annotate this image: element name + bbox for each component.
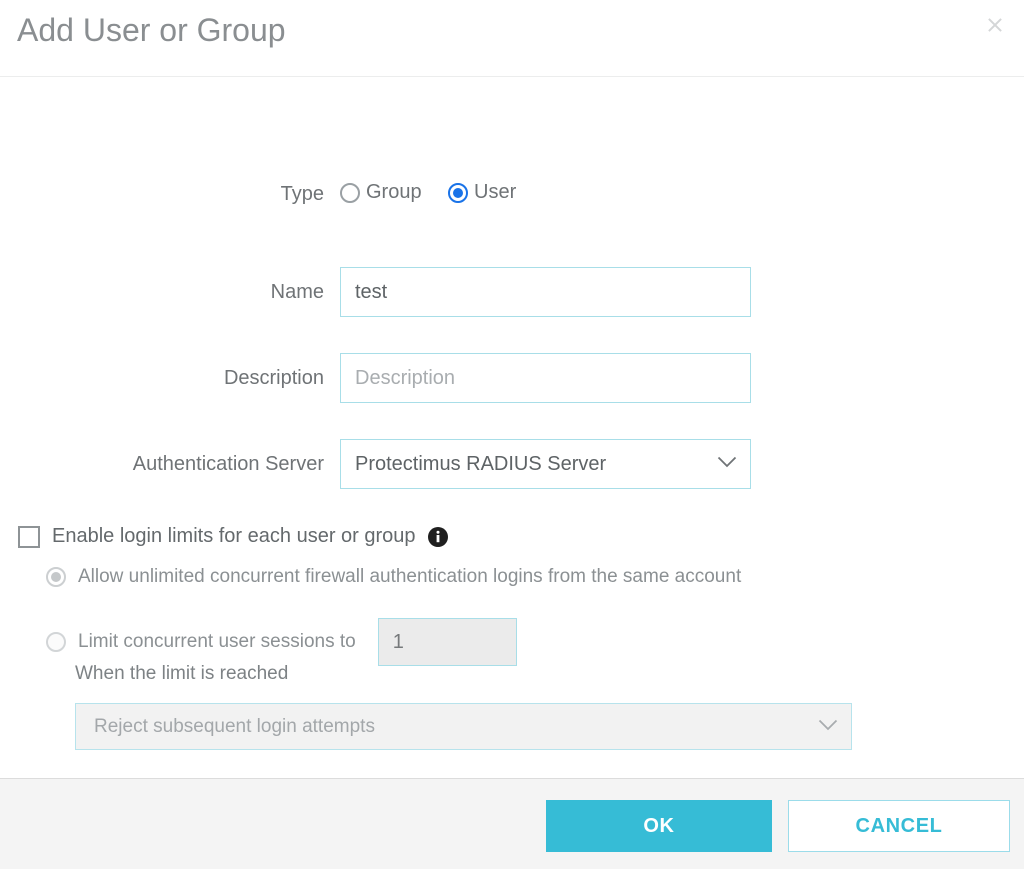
dialog-title: Add User or Group: [17, 12, 286, 48]
type-radio-group: Group User: [340, 181, 516, 208]
type-radio-group-option[interactable]: Group: [340, 181, 422, 204]
auth-server-label: Authentication Server: [132, 452, 324, 475]
allow-unlimited-logins-option[interactable]: Allow unlimited concurrent firewall auth…: [46, 566, 741, 588]
dialog-footer: OK CANCEL: [0, 778, 1024, 869]
name-label: Name: [270, 280, 324, 303]
type-option-group-label: Group: [366, 181, 422, 203]
dialog-body: Type Group User Name Description: [0, 77, 1024, 809]
add-user-or-group-dialog: Add User or Group Type Group User Name t…: [0, 0, 1024, 869]
name-field-wrap: [340, 267, 751, 317]
description-input[interactable]: [340, 353, 751, 403]
enable-login-limits-row[interactable]: Enable login limits for each user or gro…: [18, 525, 448, 548]
when-limit-reached-select-wrap: Reject subsequent login attempts: [75, 703, 852, 750]
when-limit-reached-value: Reject subsequent login attempts: [94, 715, 375, 737]
radio-unselected-icon: [340, 182, 360, 203]
when-limit-reached-label: When the limit is reached: [75, 663, 289, 684]
type-label: Type: [280, 182, 324, 205]
radio-selected-disabled-icon: [46, 567, 66, 587]
dialog-header: Add User or Group: [0, 0, 1024, 77]
limit-concurrent-sessions-label: Limit concurrent user sessions to: [78, 631, 356, 652]
enable-login-limits-label: Enable login limits for each user or gro…: [52, 525, 416, 547]
name-input[interactable]: [340, 267, 751, 317]
auth-server-value: Protectimus RADIUS Server: [355, 452, 607, 475]
ok-button[interactable]: OK: [546, 800, 772, 852]
info-icon[interactable]: [427, 526, 448, 547]
radio-selected-icon: [448, 182, 469, 203]
limit-sessions-input[interactable]: [377, 618, 517, 666]
allow-unlimited-logins-label: Allow unlimited concurrent firewall auth…: [78, 566, 742, 587]
checkbox-unchecked-icon: [18, 525, 40, 548]
description-label: Description: [223, 366, 324, 389]
description-row: Description: [0, 353, 1024, 403]
auth-server-select[interactable]: Protectimus RADIUS Server: [340, 439, 751, 489]
close-icon[interactable]: [980, 10, 1010, 40]
description-field-wrap: [340, 353, 751, 403]
cancel-button[interactable]: CANCEL: [788, 800, 1010, 852]
auth-server-select-wrap: Protectimus RADIUS Server: [340, 439, 751, 489]
auth-server-field-wrap: Protectimus RADIUS Server: [340, 439, 751, 489]
name-row: Name: [0, 267, 1024, 317]
type-option-user-label: User: [474, 181, 517, 203]
limit-concurrent-sessions-option[interactable]: Limit concurrent user sessions to: [46, 618, 517, 666]
type-radio-user-option[interactable]: User: [448, 181, 516, 204]
radio-unselected-disabled-icon: [46, 632, 66, 652]
when-limit-reached-select[interactable]: Reject subsequent login attempts: [75, 703, 852, 750]
auth-server-row: Authentication Server Protectimus RADIUS…: [0, 439, 1024, 489]
type-row: Type Group User: [0, 181, 1024, 208]
